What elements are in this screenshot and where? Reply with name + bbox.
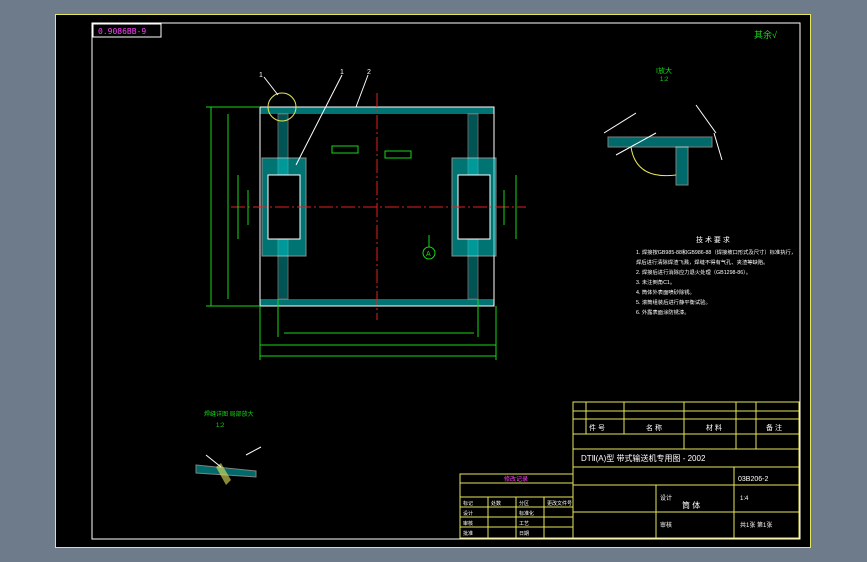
cad-drawing: 0.9086BB-9 其余√ 1 1 2 A I放大 1:2 技 术 要 求 1… [91, 22, 801, 540]
revision-table: 修改记录 标记 处数 分区 更改文件号 设计 标准化 审核 工艺 批准 日期 [459, 473, 574, 539]
rev-cell: 批准 [463, 530, 473, 537]
detail-view-bottom: 焊缝详图 局部放大 1:2 [195, 410, 262, 485]
datum-label: A [426, 251, 431, 258]
tb-company: DTⅡ(A)型 带式输送机专用图 - 2002 [581, 453, 706, 463]
tb-part-name: 筒 体 [682, 500, 700, 510]
title-block-frame [572, 401, 800, 539]
technical-notes: 技 术 要 求 1. 焊接按GB985-88和GB986-88（焊接坡口形式及尺… [636, 235, 796, 316]
rev-cell: 处数 [491, 500, 501, 507]
rev-cell: 分区 [519, 500, 529, 507]
leader-line-2 [295, 74, 343, 166]
rev-cell: 标准化 [519, 510, 534, 517]
rev-cell: 设计 [463, 510, 473, 517]
detail-view-title: I放大 [656, 66, 672, 75]
rev-header: 修改记录 [504, 475, 528, 483]
rev-cell: 工艺 [519, 521, 529, 527]
note-6: 5. 滚筒组装后进行静平衡试验。 [636, 298, 711, 306]
tb-col-1: 件 号 [589, 423, 605, 432]
title-block: 件 号 名 称 材 料 备 注 DTⅡ(A)型 带式输送机专用图 - 2002 … [572, 401, 800, 539]
leader-label-1: 1 [259, 72, 263, 79]
leader-line-1 [263, 76, 279, 96]
main-view: 1 1 2 A [206, 69, 526, 360]
note-3: 2. 焊接后进行消除应力退火处理（GB1298-86）。 [636, 268, 751, 276]
rev-cell: 标记 [463, 500, 473, 507]
roughness-note: 其余√ [754, 29, 777, 40]
code-box-text: 0.9086BB-9 [98, 27, 146, 36]
tb-checker: 审核 [660, 521, 672, 529]
detail-bottom-scale: 1:2 [216, 423, 225, 429]
rev-cell: 审核 [463, 520, 473, 527]
tb-scale: 1:4 [740, 496, 749, 502]
detail-view-scale: 1:2 [660, 77, 669, 83]
rev-cell: 更改文件号 [547, 500, 572, 507]
tb-col-4: 备 注 [766, 423, 782, 432]
tb-col-3: 材 料 [706, 423, 722, 432]
note-5: 4. 筒体外表面喷砂除锈。 [636, 288, 695, 296]
note-2: 焊后进行清除焊渣飞溅，焊缝不得有气孔、夹渣等缺陷。 [636, 258, 768, 266]
leader-label-3: 2 [367, 69, 371, 76]
tb-drawing-no: 03B206-2 [738, 476, 768, 483]
drawing-sheet: 0.9086BB-9 其余√ 1 1 2 A I放大 1:2 技 术 要 求 1… [55, 14, 811, 548]
detail-view-weld: I放大 1:2 [603, 66, 723, 186]
rev-cell: 日期 [519, 531, 529, 537]
tb-sheet: 共1张 第1张 [740, 521, 772, 529]
tb-col-2: 名 称 [646, 423, 662, 432]
note-7: 6. 外露表面涂防锈漆。 [636, 308, 690, 316]
tb-designer: 设计 [660, 494, 672, 502]
leader-line-3 [355, 74, 369, 108]
notes-title: 技 术 要 求 [696, 235, 730, 244]
detail-bottom-title: 焊缝详图 局部放大 [204, 410, 254, 418]
leader-label-2: 1 [340, 69, 344, 76]
note-4: 3. 未注倒角C1。 [636, 278, 675, 286]
note-1: 1. 焊接按GB985-88和GB986-88（焊接坡口形式及尺寸）标准执行， [636, 248, 796, 256]
